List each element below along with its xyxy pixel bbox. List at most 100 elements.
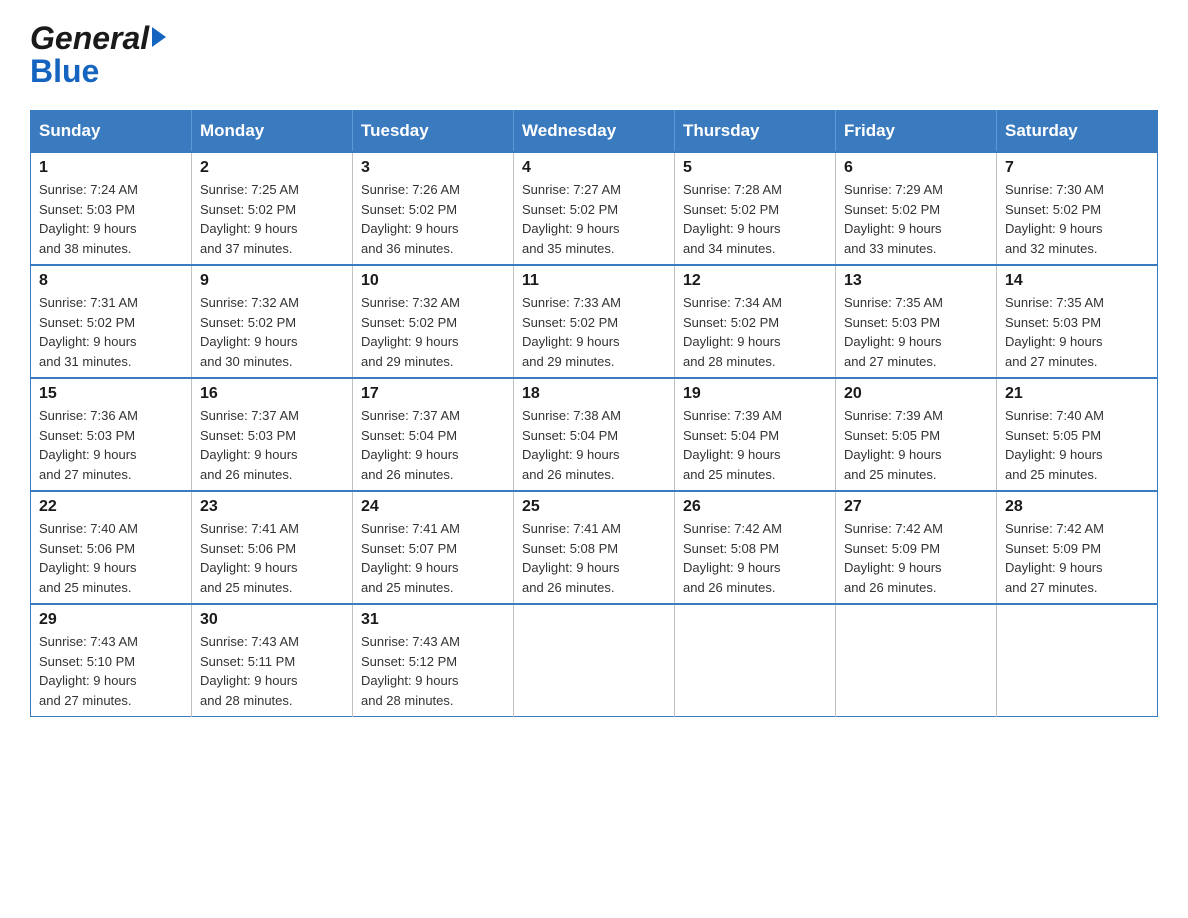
day-number: 22 <box>39 498 183 516</box>
calendar-week-row: 29 Sunrise: 7:43 AM Sunset: 5:10 PM Dayl… <box>31 604 1158 717</box>
day-number: 8 <box>39 272 183 290</box>
day-of-week-header: Friday <box>836 111 997 153</box>
day-of-week-header: Thursday <box>675 111 836 153</box>
day-info: Sunrise: 7:26 AM Sunset: 5:02 PM Dayligh… <box>361 180 505 258</box>
day-info: Sunrise: 7:33 AM Sunset: 5:02 PM Dayligh… <box>522 293 666 371</box>
calendar-day-cell: 8 Sunrise: 7:31 AM Sunset: 5:02 PM Dayli… <box>31 265 192 378</box>
calendar-day-cell: 14 Sunrise: 7:35 AM Sunset: 5:03 PM Dayl… <box>997 265 1158 378</box>
day-info: Sunrise: 7:42 AM Sunset: 5:09 PM Dayligh… <box>844 519 988 597</box>
logo-arrow-icon <box>152 27 166 47</box>
calendar-day-cell: 6 Sunrise: 7:29 AM Sunset: 5:02 PM Dayli… <box>836 152 997 265</box>
day-of-week-header: Monday <box>192 111 353 153</box>
calendar-week-row: 1 Sunrise: 7:24 AM Sunset: 5:03 PM Dayli… <box>31 152 1158 265</box>
day-number: 10 <box>361 272 505 290</box>
day-info: Sunrise: 7:42 AM Sunset: 5:09 PM Dayligh… <box>1005 519 1149 597</box>
day-info: Sunrise: 7:41 AM Sunset: 5:06 PM Dayligh… <box>200 519 344 597</box>
calendar-day-cell: 24 Sunrise: 7:41 AM Sunset: 5:07 PM Dayl… <box>353 491 514 604</box>
day-number: 5 <box>683 159 827 177</box>
day-number: 27 <box>844 498 988 516</box>
day-number: 1 <box>39 159 183 177</box>
page-header: General Blue <box>30 20 1158 90</box>
calendar-day-cell: 7 Sunrise: 7:30 AM Sunset: 5:02 PM Dayli… <box>997 152 1158 265</box>
day-info: Sunrise: 7:41 AM Sunset: 5:07 PM Dayligh… <box>361 519 505 597</box>
calendar-day-cell: 2 Sunrise: 7:25 AM Sunset: 5:02 PM Dayli… <box>192 152 353 265</box>
day-number: 26 <box>683 498 827 516</box>
day-number: 16 <box>200 385 344 403</box>
day-number: 15 <box>39 385 183 403</box>
day-number: 13 <box>844 272 988 290</box>
calendar-day-cell: 19 Sunrise: 7:39 AM Sunset: 5:04 PM Dayl… <box>675 378 836 491</box>
calendar-day-cell: 25 Sunrise: 7:41 AM Sunset: 5:08 PM Dayl… <box>514 491 675 604</box>
day-number: 12 <box>683 272 827 290</box>
calendar-day-cell: 27 Sunrise: 7:42 AM Sunset: 5:09 PM Dayl… <box>836 491 997 604</box>
calendar-day-cell <box>675 604 836 717</box>
calendar-week-row: 22 Sunrise: 7:40 AM Sunset: 5:06 PM Dayl… <box>31 491 1158 604</box>
calendar-day-cell: 12 Sunrise: 7:34 AM Sunset: 5:02 PM Dayl… <box>675 265 836 378</box>
day-info: Sunrise: 7:41 AM Sunset: 5:08 PM Dayligh… <box>522 519 666 597</box>
day-info: Sunrise: 7:37 AM Sunset: 5:04 PM Dayligh… <box>361 406 505 484</box>
day-info: Sunrise: 7:40 AM Sunset: 5:05 PM Dayligh… <box>1005 406 1149 484</box>
calendar-day-cell: 29 Sunrise: 7:43 AM Sunset: 5:10 PM Dayl… <box>31 604 192 717</box>
day-info: Sunrise: 7:40 AM Sunset: 5:06 PM Dayligh… <box>39 519 183 597</box>
day-number: 19 <box>683 385 827 403</box>
day-info: Sunrise: 7:32 AM Sunset: 5:02 PM Dayligh… <box>361 293 505 371</box>
day-number: 7 <box>1005 159 1149 177</box>
day-number: 31 <box>361 611 505 629</box>
day-number: 28 <box>1005 498 1149 516</box>
day-info: Sunrise: 7:25 AM Sunset: 5:02 PM Dayligh… <box>200 180 344 258</box>
calendar-day-cell: 1 Sunrise: 7:24 AM Sunset: 5:03 PM Dayli… <box>31 152 192 265</box>
calendar-table: SundayMondayTuesdayWednesdayThursdayFrid… <box>30 110 1158 717</box>
calendar-day-cell: 22 Sunrise: 7:40 AM Sunset: 5:06 PM Dayl… <box>31 491 192 604</box>
day-number: 30 <box>200 611 344 629</box>
day-info: Sunrise: 7:29 AM Sunset: 5:02 PM Dayligh… <box>844 180 988 258</box>
day-info: Sunrise: 7:28 AM Sunset: 5:02 PM Dayligh… <box>683 180 827 258</box>
day-info: Sunrise: 7:38 AM Sunset: 5:04 PM Dayligh… <box>522 406 666 484</box>
day-number: 17 <box>361 385 505 403</box>
day-info: Sunrise: 7:31 AM Sunset: 5:02 PM Dayligh… <box>39 293 183 371</box>
calendar-week-row: 15 Sunrise: 7:36 AM Sunset: 5:03 PM Dayl… <box>31 378 1158 491</box>
day-number: 29 <box>39 611 183 629</box>
calendar-day-cell: 13 Sunrise: 7:35 AM Sunset: 5:03 PM Dayl… <box>836 265 997 378</box>
day-info: Sunrise: 7:39 AM Sunset: 5:04 PM Dayligh… <box>683 406 827 484</box>
day-info: Sunrise: 7:36 AM Sunset: 5:03 PM Dayligh… <box>39 406 183 484</box>
calendar-day-cell <box>836 604 997 717</box>
calendar-day-cell: 23 Sunrise: 7:41 AM Sunset: 5:06 PM Dayl… <box>192 491 353 604</box>
calendar-day-cell <box>514 604 675 717</box>
calendar-day-cell: 15 Sunrise: 7:36 AM Sunset: 5:03 PM Dayl… <box>31 378 192 491</box>
day-number: 25 <box>522 498 666 516</box>
calendar-day-cell: 31 Sunrise: 7:43 AM Sunset: 5:12 PM Dayl… <box>353 604 514 717</box>
day-number: 18 <box>522 385 666 403</box>
day-info: Sunrise: 7:42 AM Sunset: 5:08 PM Dayligh… <box>683 519 827 597</box>
day-info: Sunrise: 7:43 AM Sunset: 5:10 PM Dayligh… <box>39 632 183 710</box>
calendar-day-cell: 26 Sunrise: 7:42 AM Sunset: 5:08 PM Dayl… <box>675 491 836 604</box>
calendar-header-row: SundayMondayTuesdayWednesdayThursdayFrid… <box>31 111 1158 153</box>
day-number: 2 <box>200 159 344 177</box>
day-number: 3 <box>361 159 505 177</box>
day-of-week-header: Wednesday <box>514 111 675 153</box>
logo-blue-text: Blue <box>30 53 99 90</box>
day-of-week-header: Saturday <box>997 111 1158 153</box>
calendar-day-cell: 11 Sunrise: 7:33 AM Sunset: 5:02 PM Dayl… <box>514 265 675 378</box>
calendar-day-cell <box>997 604 1158 717</box>
calendar-day-cell: 16 Sunrise: 7:37 AM Sunset: 5:03 PM Dayl… <box>192 378 353 491</box>
day-info: Sunrise: 7:32 AM Sunset: 5:02 PM Dayligh… <box>200 293 344 371</box>
calendar-day-cell: 30 Sunrise: 7:43 AM Sunset: 5:11 PM Dayl… <box>192 604 353 717</box>
day-number: 11 <box>522 272 666 290</box>
day-number: 21 <box>1005 385 1149 403</box>
day-number: 9 <box>200 272 344 290</box>
calendar-day-cell: 5 Sunrise: 7:28 AM Sunset: 5:02 PM Dayli… <box>675 152 836 265</box>
calendar-day-cell: 21 Sunrise: 7:40 AM Sunset: 5:05 PM Dayl… <box>997 378 1158 491</box>
calendar-day-cell: 18 Sunrise: 7:38 AM Sunset: 5:04 PM Dayl… <box>514 378 675 491</box>
day-info: Sunrise: 7:35 AM Sunset: 5:03 PM Dayligh… <box>1005 293 1149 371</box>
day-info: Sunrise: 7:43 AM Sunset: 5:11 PM Dayligh… <box>200 632 344 710</box>
day-number: 23 <box>200 498 344 516</box>
calendar-day-cell: 28 Sunrise: 7:42 AM Sunset: 5:09 PM Dayl… <box>997 491 1158 604</box>
day-info: Sunrise: 7:24 AM Sunset: 5:03 PM Dayligh… <box>39 180 183 258</box>
day-info: Sunrise: 7:30 AM Sunset: 5:02 PM Dayligh… <box>1005 180 1149 258</box>
day-number: 6 <box>844 159 988 177</box>
calendar-day-cell: 9 Sunrise: 7:32 AM Sunset: 5:02 PM Dayli… <box>192 265 353 378</box>
day-info: Sunrise: 7:39 AM Sunset: 5:05 PM Dayligh… <box>844 406 988 484</box>
day-info: Sunrise: 7:27 AM Sunset: 5:02 PM Dayligh… <box>522 180 666 258</box>
day-info: Sunrise: 7:37 AM Sunset: 5:03 PM Dayligh… <box>200 406 344 484</box>
calendar-day-cell: 10 Sunrise: 7:32 AM Sunset: 5:02 PM Dayl… <box>353 265 514 378</box>
